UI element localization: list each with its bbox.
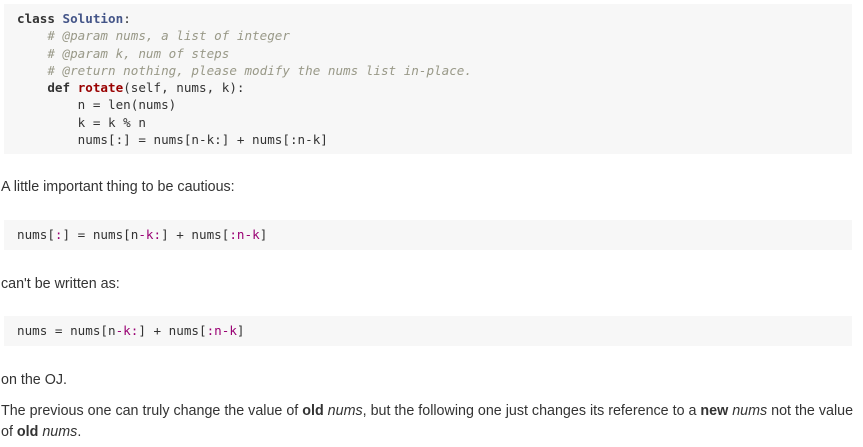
paragraph-oj: on the OJ. <box>1 372 67 388</box>
code-block-rebind: nums = nums[n-k:] + nums[:n-k] <box>4 316 852 346</box>
emphasis-bold: old <box>16 424 39 440</box>
code-line: k = k % n <box>17 114 852 131</box>
code-text: nums = nums[n <box>17 323 116 338</box>
code-text: n = len(nums) <box>77 97 177 113</box>
code-line: # @return nothing, please modify the num… <box>17 62 852 79</box>
code-keyword: class <box>17 11 55 26</box>
text: , but the following one just changes its… <box>362 403 701 419</box>
code-text: (self, nums, k): <box>123 80 245 96</box>
code-text: ] + nums[ <box>161 227 230 242</box>
code-slice: : <box>54 227 63 242</box>
code-line: nums = nums[n-k:] + nums[:n-k] <box>17 322 852 339</box>
emphasis-italic: nums <box>327 403 363 419</box>
code-line: # @param k, num of steps <box>17 45 852 62</box>
paragraph-explanation: The previous one can truly change the va… <box>1 401 856 443</box>
text: . <box>77 424 82 440</box>
paragraph-caution: A little important thing to be cautious: <box>1 179 235 195</box>
code-block-solution: class Solution: # @param nums, a list of… <box>4 4 852 154</box>
code-line: n = len(nums) <box>17 96 852 113</box>
code-block-slice-assign: nums[:] = nums[n-k:] + nums[:n-k] <box>4 220 852 250</box>
code-comment: # @return nothing, please modify the num… <box>47 62 472 78</box>
emphasis-italic: nums <box>42 424 78 440</box>
code-line: nums[:] = nums[n-k:] + nums[:n-k] <box>17 226 852 243</box>
code-slice: -k: <box>138 227 162 242</box>
paragraph-cannot: can't be written as: <box>1 276 120 292</box>
text: The previous one can truly change the va… <box>1 403 303 419</box>
code-text: nums[ <box>17 227 55 242</box>
emphasis-bold: old <box>302 403 324 419</box>
code-slice: -k: <box>115 323 139 338</box>
emphasis-italic: nums <box>732 403 768 419</box>
code-comment: # @param nums, a list of integer <box>47 28 290 44</box>
code-text: k = k % n <box>77 114 146 130</box>
code-line: class Solution: <box>17 10 852 27</box>
code-line: nums[:] = nums[n-k:] + nums[:n-k] <box>17 131 852 148</box>
code-text: nums[:] = nums[n-k:] + nums[:n-k] <box>77 132 328 148</box>
code-line: # @param nums, a list of integer <box>17 27 852 44</box>
code-text: ] <box>259 227 268 242</box>
code-comment: # @param k, num of steps <box>47 45 230 61</box>
code-class-name: Solution <box>62 11 124 26</box>
code-line: def rotate(self, nums, k): <box>17 79 852 96</box>
code-text: ] <box>236 323 245 338</box>
code-text: ] = nums[n <box>62 227 139 242</box>
code-keyword: def <box>47 80 71 96</box>
code-text: : <box>123 11 131 26</box>
code-slice: :n-k <box>229 227 260 242</box>
code-function-name: rotate <box>77 80 124 96</box>
code-slice: :n-k <box>206 323 237 338</box>
emphasis-bold: new <box>700 403 729 419</box>
code-text: ] + nums[ <box>138 323 207 338</box>
